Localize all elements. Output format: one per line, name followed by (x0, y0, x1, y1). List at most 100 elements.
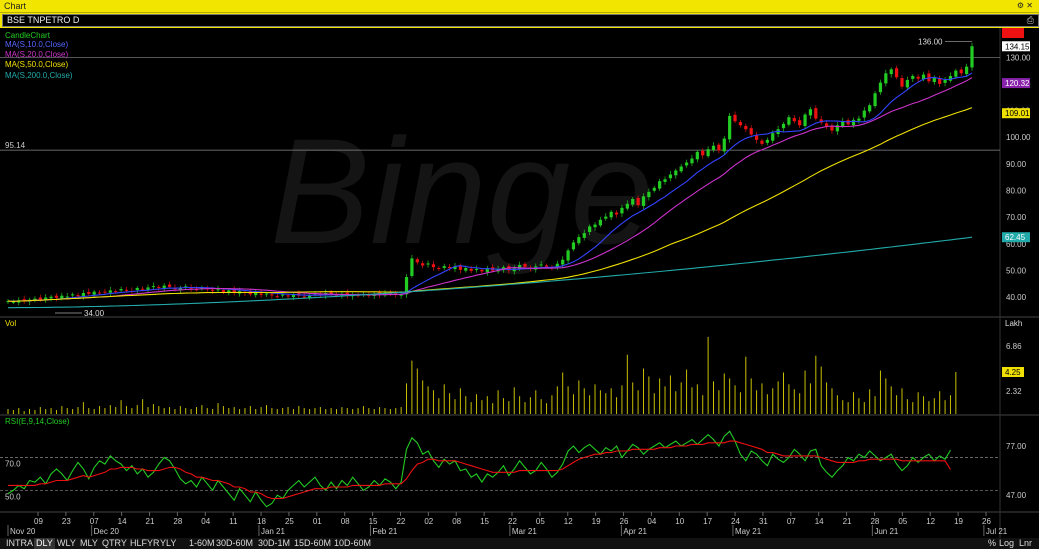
x-day-label: 24 (731, 517, 740, 526)
candle-body (593, 224, 597, 228)
candle-body (814, 108, 818, 119)
candle-body (539, 264, 543, 266)
price-y-axis: 130.00120.00110.00100.0090.0080.0070.006… (1006, 53, 1031, 302)
log-toggle[interactable]: Log (999, 538, 1014, 549)
timeframe-wly[interactable]: WLY (55, 538, 78, 549)
candle-body (679, 166, 683, 172)
candle-body (71, 294, 75, 296)
lock-icon[interactable]: ⎙ (1027, 15, 1034, 26)
candle-body (684, 162, 689, 166)
timeframe-hlfyr[interactable]: HLFYR (128, 538, 162, 549)
window-title-bar[interactable]: Chart ⚙ ✕ (0, 0, 1039, 12)
rsi-level-label: 70.0 (5, 460, 21, 469)
candle-body (157, 286, 161, 288)
candle-body (668, 174, 673, 179)
rsi-label: RSI(E,9,14,Close) (5, 417, 70, 426)
symbol-input[interactable]: BSE TNPETRO D ⎙ (2, 14, 1039, 27)
candle-body (884, 73, 888, 84)
timeframe-15d-60m[interactable]: 15D-60M (292, 538, 333, 549)
candle-body (270, 294, 274, 296)
timeframe-1-60m[interactable]: 1-60M (187, 538, 217, 549)
x-axis: 09 23 07 14 21 28 04 11 18 25 01 08 15 22 02 08 15 22 05 12… (7, 512, 1008, 536)
candle-body (663, 179, 667, 182)
candle-body (792, 118, 796, 122)
candle-body (97, 292, 102, 294)
candle-body (943, 79, 947, 83)
timeframe-intra[interactable]: INTRA (4, 538, 35, 549)
chart-area[interactable]: Binge CandleChart MA(S,10.0,Close) MA(S,… (0, 28, 1039, 538)
rsi-level-label: 50.0 (5, 492, 21, 501)
candle-body (588, 226, 592, 233)
price-tick-label: 50.00 (1006, 266, 1027, 275)
candle-body (76, 295, 80, 297)
candle-body (81, 293, 86, 297)
candle-body (221, 290, 226, 293)
hline-label: 95.14 (5, 141, 26, 150)
candle-body (259, 293, 263, 295)
legend-ma10: MA(S,10.0,Close) (5, 40, 68, 49)
candle-body (480, 269, 484, 272)
x-day-label: 26 (620, 517, 629, 526)
x-day-label: 25 (285, 517, 294, 526)
x-day-label: 26 (982, 517, 991, 526)
candle-body (281, 294, 285, 296)
candle-body (641, 196, 646, 206)
x-day-label: 09 (34, 517, 43, 526)
x-month-label: Jun 21 (874, 527, 899, 536)
candle-body (426, 263, 430, 265)
linear-toggle[interactable]: Lnr (1019, 538, 1032, 549)
candle-body (744, 126, 748, 130)
price-tick-label: 70.00 (1006, 213, 1027, 222)
x-month-label: Nov 20 (10, 527, 36, 536)
timeframe-10d-60m[interactable]: 10D-60M (332, 538, 373, 549)
candle-body (561, 259, 565, 265)
candle-body (124, 289, 129, 291)
percent-toggle[interactable]: % (988, 538, 996, 549)
x-day-label: 21 (146, 517, 155, 526)
candle-body (421, 263, 425, 266)
x-day-label: 18 (257, 517, 266, 526)
candle-body (566, 250, 570, 261)
timeframe-yly[interactable]: YLY (158, 538, 178, 549)
candle-body (410, 258, 414, 276)
price-tick-label: 80.00 (1006, 186, 1027, 195)
candle-body (722, 138, 726, 152)
x-day-label: 21 (843, 517, 852, 526)
timeframe-30d-1m[interactable]: 30D-1M (256, 538, 292, 549)
candle-body (469, 268, 473, 271)
rsi-tick-label: 77.00 (1006, 442, 1027, 451)
volume-last-label: 4.25 (1005, 368, 1021, 377)
candle-body (620, 207, 624, 214)
candle-body (851, 119, 856, 126)
price-tick-label: 90.00 (1006, 160, 1027, 169)
candle-body (598, 219, 603, 226)
timeframe-30d-60m[interactable]: 30D-60M (214, 538, 255, 549)
x-day-label: 12 (564, 517, 573, 526)
candle-body (959, 69, 963, 74)
x-day-label: 08 (452, 517, 461, 526)
x-month-label: Feb 21 (372, 527, 397, 536)
x-day-label: 04 (647, 517, 656, 526)
candle-body (442, 266, 446, 268)
price-tick-label: 100.00 (1006, 133, 1031, 142)
timeframe-mly[interactable]: MLY (78, 538, 100, 549)
price-label-text: 120.32 (1005, 79, 1030, 88)
candle-body (894, 68, 899, 78)
low-label: 34.00 (84, 309, 105, 318)
candle-body (108, 290, 112, 293)
rsi-tick-label: 47.00 (1006, 491, 1027, 500)
candle-body (216, 289, 220, 291)
window-controls-icon[interactable]: ⚙ ✕ (1017, 0, 1033, 12)
candle-body (167, 284, 172, 287)
legend-ma50: MA(S,50.0,Close) (5, 60, 68, 69)
candle-body (286, 295, 290, 297)
price-tick-label: 130.00 (1006, 53, 1031, 62)
x-day-label: 28 (870, 517, 879, 526)
timeframe-qtry[interactable]: QTRY (100, 538, 129, 549)
candle-body (11, 301, 15, 303)
candle-body (92, 291, 96, 295)
timeframe-dly[interactable]: DLY (34, 538, 55, 549)
candle-body (781, 123, 786, 129)
candle-body (577, 237, 581, 244)
x-month-label: May 21 (735, 527, 762, 536)
